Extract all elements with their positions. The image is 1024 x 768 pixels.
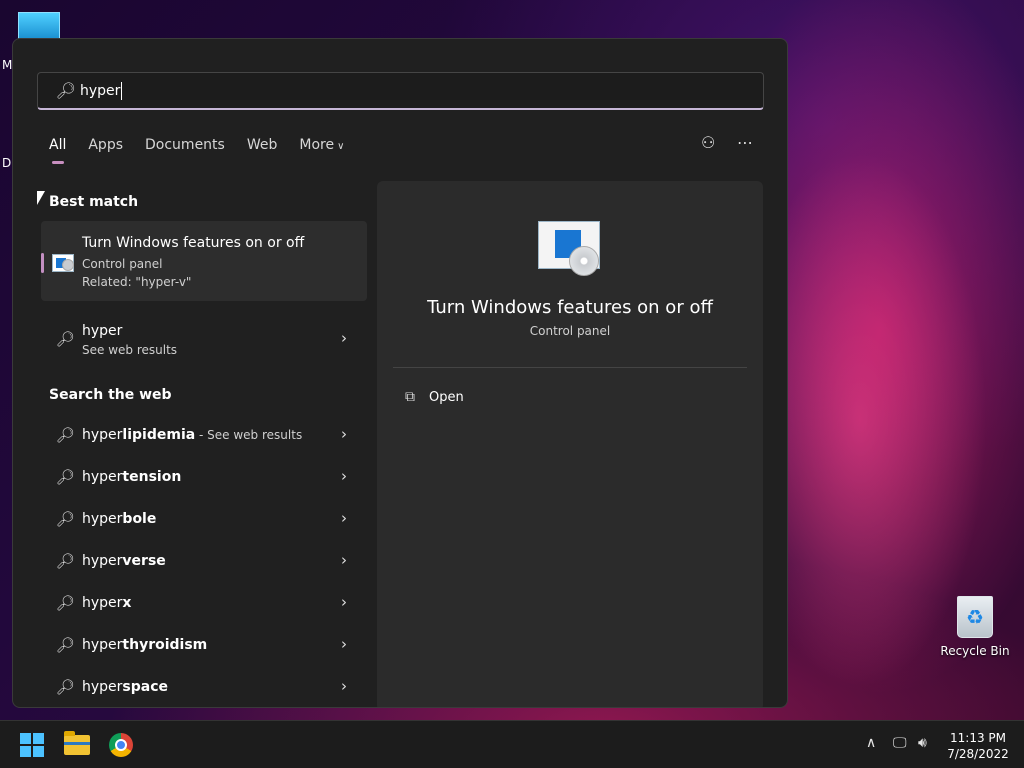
detail-subtitle: Control panel (529, 324, 611, 338)
divider (393, 367, 747, 368)
search-input[interactable]: 🔍︎ hyper (37, 72, 764, 110)
search-icon: 🔍︎ (56, 552, 76, 570)
start-button[interactable] (20, 733, 44, 757)
search-icon: 🔍︎ (56, 330, 76, 348)
search-icon: 🔍︎ (56, 636, 76, 654)
chevron-right-icon: › (341, 467, 347, 485)
search-icon: 🔍︎ (56, 426, 76, 444)
web-suggestion-item[interactable]: 🔍︎ hyperspace › (41, 669, 367, 707)
best-match-heading: Best match (49, 194, 139, 210)
chevron-right-icon: › (341, 635, 347, 653)
recycle-bin[interactable]: Recycle Bin (940, 596, 1010, 658)
suggestion-extra: - See web results (195, 428, 303, 442)
search-the-web-heading: Search the web (49, 387, 172, 403)
best-match-result[interactable]: Turn Windows features on or off Control … (41, 221, 367, 301)
windows-features-icon (52, 254, 74, 272)
chevron-right-icon: › (341, 509, 347, 527)
suggestion-suffix: lipidemia (122, 427, 196, 443)
chevron-right-icon: › (341, 551, 347, 569)
suggestion-suffix: space (122, 679, 169, 695)
tab-all[interactable]: All (49, 137, 66, 164)
open-external-icon: ⧉ (405, 389, 415, 405)
web-suggestion-item[interactable]: 🔍︎ hyperbole › (41, 501, 367, 539)
suggestion-suffix: verse (122, 553, 166, 569)
search-tabs: All Apps Documents Web More ∨ (49, 137, 366, 164)
chevron-right-icon: › (341, 593, 347, 611)
suggestion-suffix: bole (122, 511, 157, 527)
search-icon: 🔍︎ (56, 678, 76, 696)
chevron-down-icon: ∨ (337, 141, 345, 152)
windows-features-icon (538, 221, 600, 276)
tab-more-label: More (299, 137, 335, 153)
mouse-pointer (37, 191, 45, 205)
suggestion-prefix: hyper (82, 469, 123, 485)
web-result-query: hyper (82, 323, 123, 339)
open-action[interactable]: ⧉ Open (405, 389, 464, 405)
best-match-related: Related: "hyper-v" (82, 275, 192, 289)
file-explorer-icon[interactable] (64, 731, 90, 755)
best-match-subtitle: Control panel (82, 257, 163, 271)
network-icon[interactable]: 🖵︎ (893, 735, 907, 751)
clock[interactable]: 11:13 PM 7/28/2022 (946, 730, 1010, 762)
search-icon: 🔍︎ (56, 468, 76, 486)
suggestion-suffix: tension (122, 469, 182, 485)
suggestion-prefix: hyper (82, 511, 123, 527)
account-switch-icon[interactable]: ⚇ (701, 133, 715, 152)
search-icon: 🔍︎ (56, 510, 76, 528)
web-suggestion-item[interactable]: 🔍︎ hyperlipidemia - See web results › (41, 417, 367, 455)
start-search-panel: 🔍︎ hyper All Apps Documents Web More ∨ ⚇ … (12, 38, 788, 708)
text-caret (121, 81, 123, 100)
suggestion-prefix: hyper (82, 553, 123, 569)
desktop-shortcut-icon[interactable] (18, 12, 60, 40)
suggestion-suffix: x (122, 595, 132, 611)
search-input-value: hyper (80, 82, 121, 99)
more-options-icon[interactable]: ⋯ (737, 133, 753, 152)
recycle-bin-icon (957, 596, 993, 638)
tab-more[interactable]: More ∨ (299, 137, 344, 153)
recycle-bin-label: Recycle Bin (940, 644, 1010, 658)
web-result-subtitle: See web results (82, 343, 178, 357)
chevron-right-icon: › (341, 425, 347, 443)
suggestion-suffix: thyroidism (122, 637, 208, 653)
search-icon: 🔍︎ (55, 81, 76, 100)
clock-date: 7/28/2022 (947, 747, 1009, 761)
suggestion-prefix: hyper (82, 595, 123, 611)
suggestion-prefix: hyper (82, 679, 123, 695)
chevron-right-icon: › (341, 329, 347, 347)
selection-indicator (41, 253, 44, 273)
chevron-right-icon: › (341, 677, 347, 695)
desktop-shortcut-label: D (2, 156, 12, 170)
web-result-item[interactable]: 🔍︎ hyper See web results › (41, 321, 367, 359)
tab-documents[interactable]: Documents (145, 137, 225, 153)
suggestion-prefix: hyper (82, 427, 123, 443)
tab-web[interactable]: Web (247, 137, 278, 153)
web-suggestion-item[interactable]: 🔍︎ hyperverse › (41, 543, 367, 581)
open-action-label: Open (429, 389, 464, 405)
taskbar: ∧ 🖵︎ 🔊︎ 11:13 PM 7/28/2022 (0, 720, 1024, 768)
tab-apps[interactable]: Apps (88, 137, 123, 153)
suggestion-prefix: hyper (82, 637, 123, 653)
web-suggestion-item[interactable]: 🔍︎ hyperx › (41, 585, 367, 623)
chrome-icon[interactable] (109, 733, 133, 757)
clock-time: 11:13 PM (950, 731, 1006, 745)
chevron-up-icon[interactable]: ∧ (866, 735, 876, 751)
result-detail-pane: Turn Windows features on or off Control … (377, 181, 763, 707)
detail-title: Turn Windows features on or off (427, 297, 713, 318)
desktop-shortcut-label: M (2, 58, 13, 72)
best-match-title: Turn Windows features on or off (82, 235, 305, 251)
web-suggestion-item[interactable]: 🔍︎ hyperthyroidism › (41, 627, 367, 665)
search-icon: 🔍︎ (56, 594, 76, 612)
web-suggestion-item[interactable]: 🔍︎ hypertension › (41, 459, 367, 497)
volume-icon[interactable]: 🔊︎ (918, 735, 927, 751)
